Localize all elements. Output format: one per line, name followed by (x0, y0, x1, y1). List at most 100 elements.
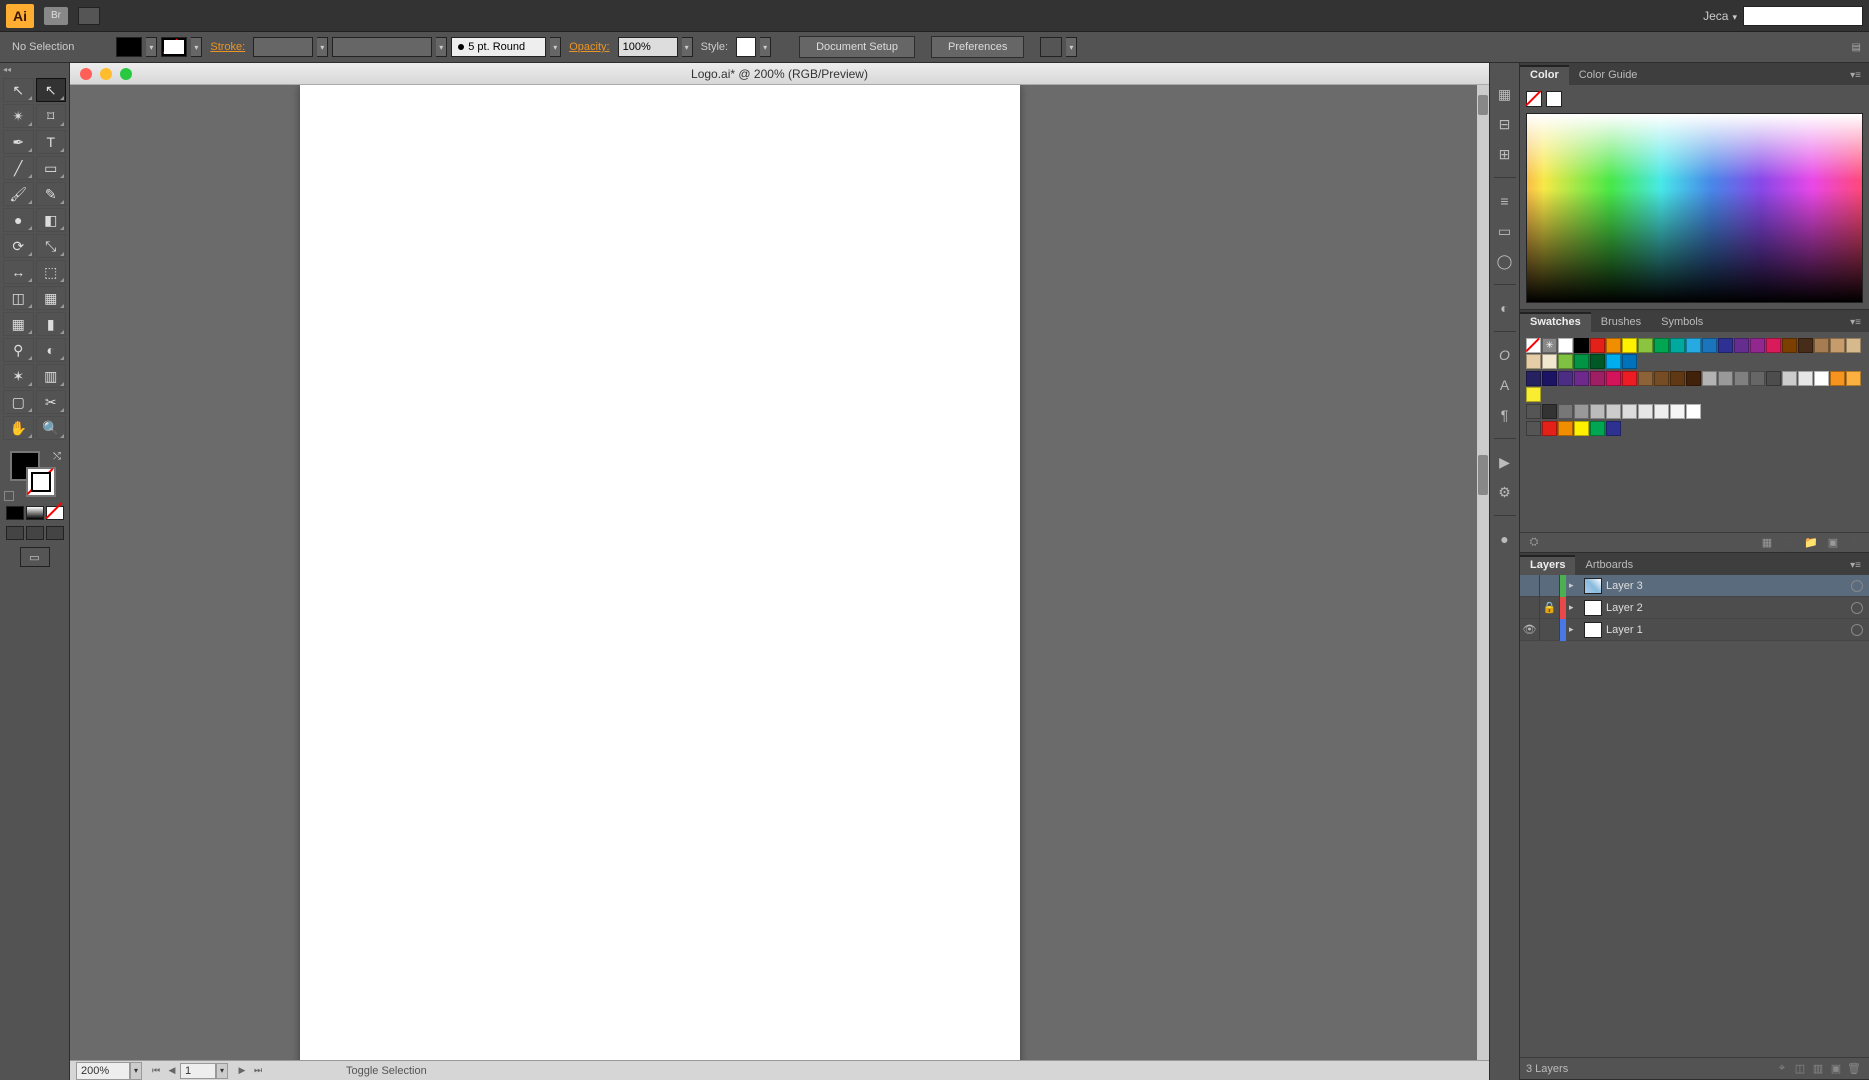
swatch[interactable] (1622, 404, 1637, 419)
lock-toggle[interactable]: 🔒 (1540, 597, 1560, 619)
stroke-box[interactable] (26, 467, 56, 497)
type-tool[interactable]: T (36, 130, 67, 154)
gradient-mode-button[interactable] (26, 506, 44, 520)
swatch[interactable] (1542, 421, 1557, 436)
swatch[interactable] (1590, 421, 1605, 436)
panel-icon-opentype[interactable]: ¶ (1494, 404, 1516, 426)
swatch-registration[interactable] (1542, 338, 1557, 353)
hand-tool[interactable]: ✋ (3, 416, 34, 440)
locate-object-icon[interactable]: ⌖ (1773, 1061, 1791, 1077)
scroll-thumb[interactable] (1478, 455, 1488, 495)
swatch[interactable] (1766, 371, 1781, 386)
swatch[interactable] (1654, 338, 1669, 353)
panel-icon-stroke[interactable]: ≡ (1494, 190, 1516, 212)
tab-swatches[interactable]: Swatches (1520, 312, 1591, 332)
scale-tool[interactable]: ⤡ (36, 234, 67, 258)
swatch[interactable] (1590, 354, 1605, 369)
delete-swatch-icon[interactable]: 🗑 (1847, 536, 1863, 550)
slice-tool[interactable]: ✂ (36, 390, 67, 414)
swatch[interactable] (1574, 404, 1589, 419)
tab-symbols[interactable]: Symbols (1651, 312, 1713, 332)
style-dropdown[interactable]: ▾ (760, 37, 771, 57)
panel-icon-actions[interactable]: ▶ (1494, 451, 1516, 473)
pen-tool[interactable]: ✒ (3, 130, 34, 154)
layer-name[interactable]: Layer 3 (1606, 580, 1643, 592)
swatch[interactable] (1670, 338, 1685, 353)
layer-thumbnail[interactable] (1584, 622, 1602, 638)
color-spectrum[interactable] (1526, 113, 1863, 303)
swatch[interactable] (1638, 371, 1653, 386)
swatch[interactable] (1782, 338, 1797, 353)
stroke-weight-input[interactable] (253, 37, 313, 57)
prev-artboard-button[interactable]: ◀ (164, 1063, 180, 1079)
swatch[interactable] (1590, 371, 1605, 386)
swatch[interactable] (1686, 338, 1701, 353)
swatch[interactable] (1558, 338, 1573, 353)
magic-wand-tool[interactable]: ✴ (3, 104, 34, 128)
visibility-toggle[interactable]: 👁 (1520, 619, 1540, 641)
scroll-arrow-up-icon[interactable] (1478, 95, 1488, 115)
swatch[interactable] (1718, 371, 1733, 386)
variable-width-profile[interactable] (332, 37, 432, 57)
swatch[interactable] (1638, 404, 1653, 419)
panel-icon-2[interactable]: ⊟ (1494, 113, 1516, 135)
draw-inside-button[interactable] (46, 526, 64, 540)
paintbrush-tool[interactable]: 🖌 (3, 182, 34, 206)
make-clipping-mask-icon[interactable]: ◫ (1791, 1061, 1809, 1077)
expand-layer-icon[interactable]: ▸ (1566, 580, 1580, 591)
swatch[interactable] (1558, 371, 1573, 386)
swatch[interactable] (1622, 371, 1637, 386)
eraser-tool[interactable]: ◧ (36, 208, 67, 232)
blend-tool[interactable]: ◐ (36, 338, 67, 362)
first-artboard-button[interactable]: ⏮ (148, 1063, 164, 1079)
swatch[interactable] (1734, 371, 1749, 386)
stroke-dropdown[interactable]: ▾ (191, 37, 202, 57)
symbol-sprayer-tool[interactable]: ✶ (3, 364, 34, 388)
tab-color[interactable]: Color (1520, 65, 1569, 85)
new-layer-icon[interactable]: ▣ (1827, 1061, 1845, 1077)
zoom-dropdown[interactable]: ▾ (130, 1062, 142, 1080)
new-swatch-icon[interactable]: ▣ (1825, 536, 1841, 550)
opacity-input[interactable]: 100% (618, 37, 678, 57)
swatch[interactable] (1558, 354, 1573, 369)
brush-definition[interactable]: 5 pt. Round (451, 37, 546, 57)
vwp-dropdown[interactable]: ▾ (436, 37, 447, 57)
swatch[interactable] (1702, 338, 1717, 353)
panel-icon-3[interactable]: ⊞ (1494, 143, 1516, 165)
swatch[interactable] (1798, 338, 1813, 353)
tab-layers[interactable]: Layers (1520, 555, 1575, 575)
window-zoom-button[interactable] (120, 68, 132, 80)
swatch[interactable] (1606, 421, 1621, 436)
swatch[interactable] (1830, 371, 1845, 386)
lasso-tool[interactable]: ⌑ (36, 104, 67, 128)
panel-icon-transparency[interactable]: ◯ (1494, 250, 1516, 272)
expand-layer-icon[interactable]: ▸ (1566, 624, 1580, 635)
screen-mode-button[interactable]: ▭ (20, 547, 50, 567)
swatch[interactable] (1558, 421, 1573, 436)
blob-brush-tool[interactable]: ● (3, 208, 34, 232)
panel-icon-graphic-styles[interactable]: ● (1494, 528, 1516, 550)
layers-panel-menu-icon[interactable]: ▾≡ (1842, 556, 1869, 575)
user-menu[interactable]: Jeca▾ (1703, 9, 1737, 23)
panel-icon-character[interactable]: O (1494, 344, 1516, 366)
swatch[interactable] (1606, 338, 1621, 353)
lock-toggle[interactable] (1540, 575, 1560, 597)
stroke-label[interactable]: Stroke: (210, 41, 245, 53)
swatch[interactable] (1734, 338, 1749, 353)
artboard[interactable] (300, 85, 1020, 1080)
swatch[interactable] (1814, 338, 1829, 353)
new-color-group-icon[interactable]: 📁 (1803, 536, 1819, 550)
fill-swatch[interactable] (116, 37, 142, 57)
stroke-weight-dropdown[interactable]: ▾ (317, 37, 328, 57)
swatch[interactable] (1670, 371, 1685, 386)
workspace-switcher[interactable] (78, 7, 100, 25)
opacity-dropdown[interactable]: ▾ (682, 37, 693, 57)
draw-behind-button[interactable] (26, 526, 44, 540)
panel-icon-1[interactable]: ▦ (1494, 83, 1516, 105)
pencil-tool[interactable]: ✎ (36, 182, 67, 206)
panel-menu-icon[interactable]: ▤ (1852, 42, 1861, 53)
rotate-tool[interactable]: ⟳ (3, 234, 34, 258)
swatch[interactable] (1814, 371, 1829, 386)
tab-brushes[interactable]: Brushes (1591, 312, 1651, 332)
swatch[interactable] (1686, 404, 1701, 419)
